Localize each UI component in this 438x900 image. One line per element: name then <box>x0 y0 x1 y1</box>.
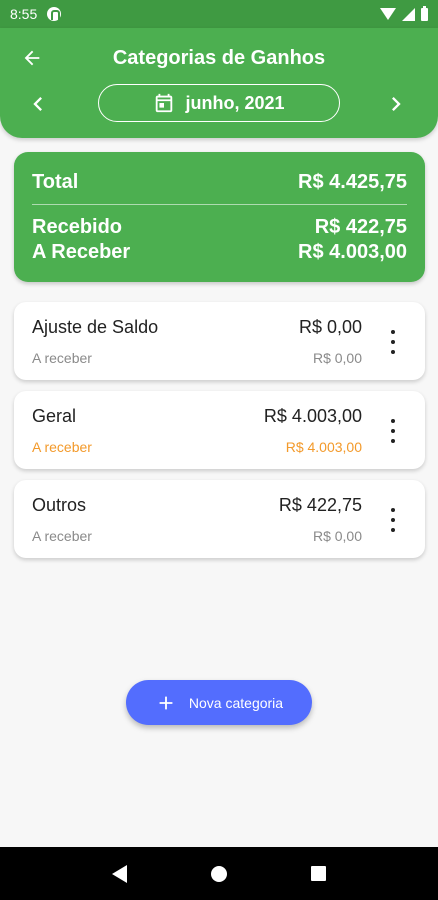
more-vert-icon[interactable] <box>383 419 403 443</box>
system-nav-bar <box>0 847 438 900</box>
notification-app-icon <box>47 7 62 21</box>
signal-icon <box>402 7 415 21</box>
category-status-label: A receber <box>32 439 92 455</box>
category-status-amount: R$ 4.003,00 <box>285 439 362 455</box>
next-month-button[interactable] <box>382 90 410 118</box>
total-value: R$ 4.425,75 <box>298 171 407 193</box>
category-status-label: A receber <box>32 350 92 366</box>
status-time: 8:55 <box>10 6 38 22</box>
total-row: Total R$ 4.425,75 <box>32 171 407 194</box>
more-vert-icon[interactable] <box>383 330 403 354</box>
recebido-label: Recebido <box>32 216 123 238</box>
category-name: Ajuste de Saldo <box>32 317 159 337</box>
status-bar: 8:55 <box>0 0 438 28</box>
plus-icon <box>159 696 173 709</box>
previous-month-button[interactable] <box>24 90 52 118</box>
areceber-row: A Receber R$ 4.003,00 <box>32 241 407 264</box>
category-amount: R$ 4.003,00 <box>263 406 362 426</box>
summary-card: Total R$ 4.425,75 Recebido R$ 422,75 A R… <box>14 152 425 282</box>
calendar-icon <box>156 93 173 113</box>
status-icons <box>380 5 428 21</box>
nav-back-icon[interactable] <box>112 864 127 883</box>
category-card[interactable]: Geral R$ 4.003,00 A receber R$ 4.003,00 <box>14 391 425 469</box>
recebido-row: Recebido R$ 422,75 <box>32 216 407 239</box>
category-status-amount: R$ 0,00 <box>312 528 362 544</box>
battery-icon <box>421 5 428 21</box>
recebido-value: R$ 422,75 <box>314 216 407 238</box>
category-card[interactable]: Outros R$ 422,75 A receber R$ 0,00 <box>14 480 425 558</box>
new-category-label: Nova categoria <box>188 694 284 711</box>
new-category-button[interactable]: Nova categoria <box>126 680 312 725</box>
chevron-right-icon <box>392 97 401 111</box>
app-header: Categorias de Ganhos junho, 2021 <box>0 28 438 138</box>
areceber-value: R$ 4.003,00 <box>298 241 407 263</box>
nav-recents-icon[interactable] <box>311 866 326 881</box>
nav-home-icon[interactable] <box>211 865 227 882</box>
category-name: Outros <box>32 495 87 515</box>
wifi-icon <box>380 8 396 20</box>
category-card[interactable]: Ajuste de Saldo R$ 0,00 A receber R$ 0,0… <box>14 302 425 380</box>
total-label: Total <box>32 171 79 193</box>
category-status-label: A receber <box>32 528 92 544</box>
more-vert-icon[interactable] <box>383 508 403 532</box>
category-name: Geral <box>32 406 77 426</box>
category-amount: R$ 422,75 <box>278 495 362 515</box>
month-selector[interactable]: junho, 2021 <box>98 84 340 122</box>
page-title: Categorias de Ganhos <box>112 47 326 69</box>
chevron-left-icon <box>33 97 42 111</box>
summary-divider <box>32 204 407 205</box>
category-amount: R$ 0,00 <box>298 317 362 337</box>
areceber-label: A Receber <box>32 241 131 263</box>
month-label: junho, 2021 <box>185 92 285 113</box>
category-status-amount: R$ 0,00 <box>312 350 362 366</box>
